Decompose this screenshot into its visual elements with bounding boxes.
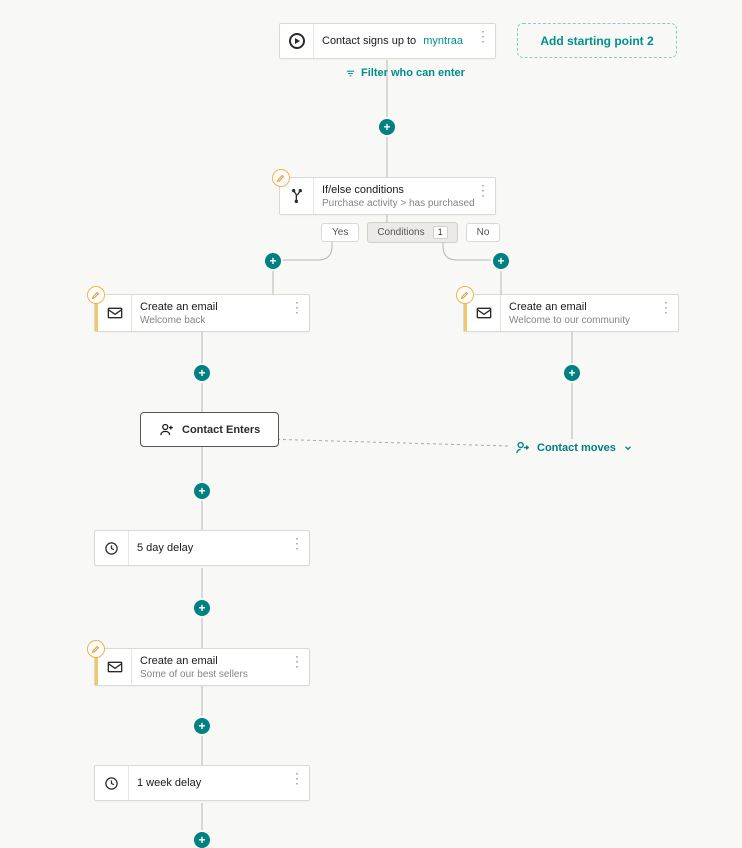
email-title: Create an email xyxy=(140,655,218,667)
ifelse-subtitle: Purchase activity > has purchased xyxy=(322,198,485,209)
conditions-pill[interactable]: Conditions 1 xyxy=(367,222,457,243)
list-link[interactable]: myntraa xyxy=(423,35,463,47)
ifelse-title: If/else conditions xyxy=(322,184,404,196)
more-icon[interactable]: ⋮ xyxy=(290,770,303,787)
branch-yes[interactable]: Yes xyxy=(321,223,359,242)
branch-no[interactable]: No xyxy=(466,223,501,242)
conditions-label: Conditions xyxy=(377,227,424,238)
chevron-down-icon xyxy=(623,443,633,453)
ifelse-card[interactable]: If/else conditions Purchase activity > h… xyxy=(279,177,496,215)
more-icon[interactable]: ⋮ xyxy=(476,28,489,45)
edit-badge-icon[interactable] xyxy=(87,640,105,658)
email-subtitle: Welcome to our community xyxy=(509,315,668,326)
add-step-button[interactable] xyxy=(379,119,395,135)
add-step-button[interactable] xyxy=(564,365,580,381)
delay-card-5days[interactable]: 5 day delay ⋮ xyxy=(94,530,310,566)
delay-title: 5 day delay xyxy=(137,542,193,554)
email-card-yes[interactable]: Create an email Welcome back ⋮ xyxy=(94,294,310,332)
email-title: Create an email xyxy=(509,301,587,313)
contact-moves-label: Contact moves xyxy=(537,442,616,454)
email-title: Create an email xyxy=(140,301,218,313)
add-step-button[interactable] xyxy=(265,253,281,269)
add-step-button[interactable] xyxy=(194,832,210,848)
email-card-no[interactable]: Create an email Welcome to our community… xyxy=(463,294,679,332)
email-subtitle: Some of our best sellers xyxy=(140,669,299,680)
start-title: Contact signs up to xyxy=(322,35,416,47)
email-card-best[interactable]: Create an email Some of our best sellers… xyxy=(94,648,310,686)
branch-row: Yes Conditions 1 No xyxy=(321,222,500,243)
contact-enters[interactable]: Contact Enters xyxy=(140,412,279,447)
more-icon[interactable]: ⋮ xyxy=(290,653,303,670)
more-icon[interactable]: ⋮ xyxy=(290,535,303,552)
clock-icon xyxy=(95,766,129,800)
add-step-button[interactable] xyxy=(194,483,210,499)
delay-card-1week[interactable]: 1 week delay ⋮ xyxy=(94,765,310,801)
person-move-icon xyxy=(515,440,530,455)
add-starting-point-label: Add starting point 2 xyxy=(540,34,653,48)
filter-label: Filter who can enter xyxy=(361,67,465,79)
add-step-button[interactable] xyxy=(194,718,210,734)
filter-who-can-enter[interactable]: Filter who can enter xyxy=(345,67,465,79)
contact-moves[interactable]: Contact moves xyxy=(515,440,633,455)
add-step-button[interactable] xyxy=(194,365,210,381)
more-icon[interactable]: ⋮ xyxy=(290,299,303,316)
edit-badge-icon[interactable] xyxy=(87,286,105,304)
starting-point-card[interactable]: Contact signs up to myntraa ⋮ xyxy=(279,23,496,59)
contact-enters-label: Contact Enters xyxy=(182,424,260,436)
more-icon[interactable]: ⋮ xyxy=(659,299,672,316)
add-step-button[interactable] xyxy=(194,600,210,616)
person-plus-icon xyxy=(159,422,174,437)
conditions-count: 1 xyxy=(433,226,448,239)
delay-title: 1 week delay xyxy=(137,777,201,789)
clock-icon xyxy=(95,531,129,565)
edit-badge-icon[interactable] xyxy=(272,169,290,187)
email-subtitle: Welcome back xyxy=(140,315,299,326)
add-step-button[interactable] xyxy=(493,253,509,269)
edit-badge-icon[interactable] xyxy=(456,286,474,304)
play-icon xyxy=(280,24,314,58)
add-starting-point-button[interactable]: Add starting point 2 xyxy=(517,23,677,58)
filter-icon xyxy=(345,68,356,79)
more-icon[interactable]: ⋮ xyxy=(476,182,489,199)
